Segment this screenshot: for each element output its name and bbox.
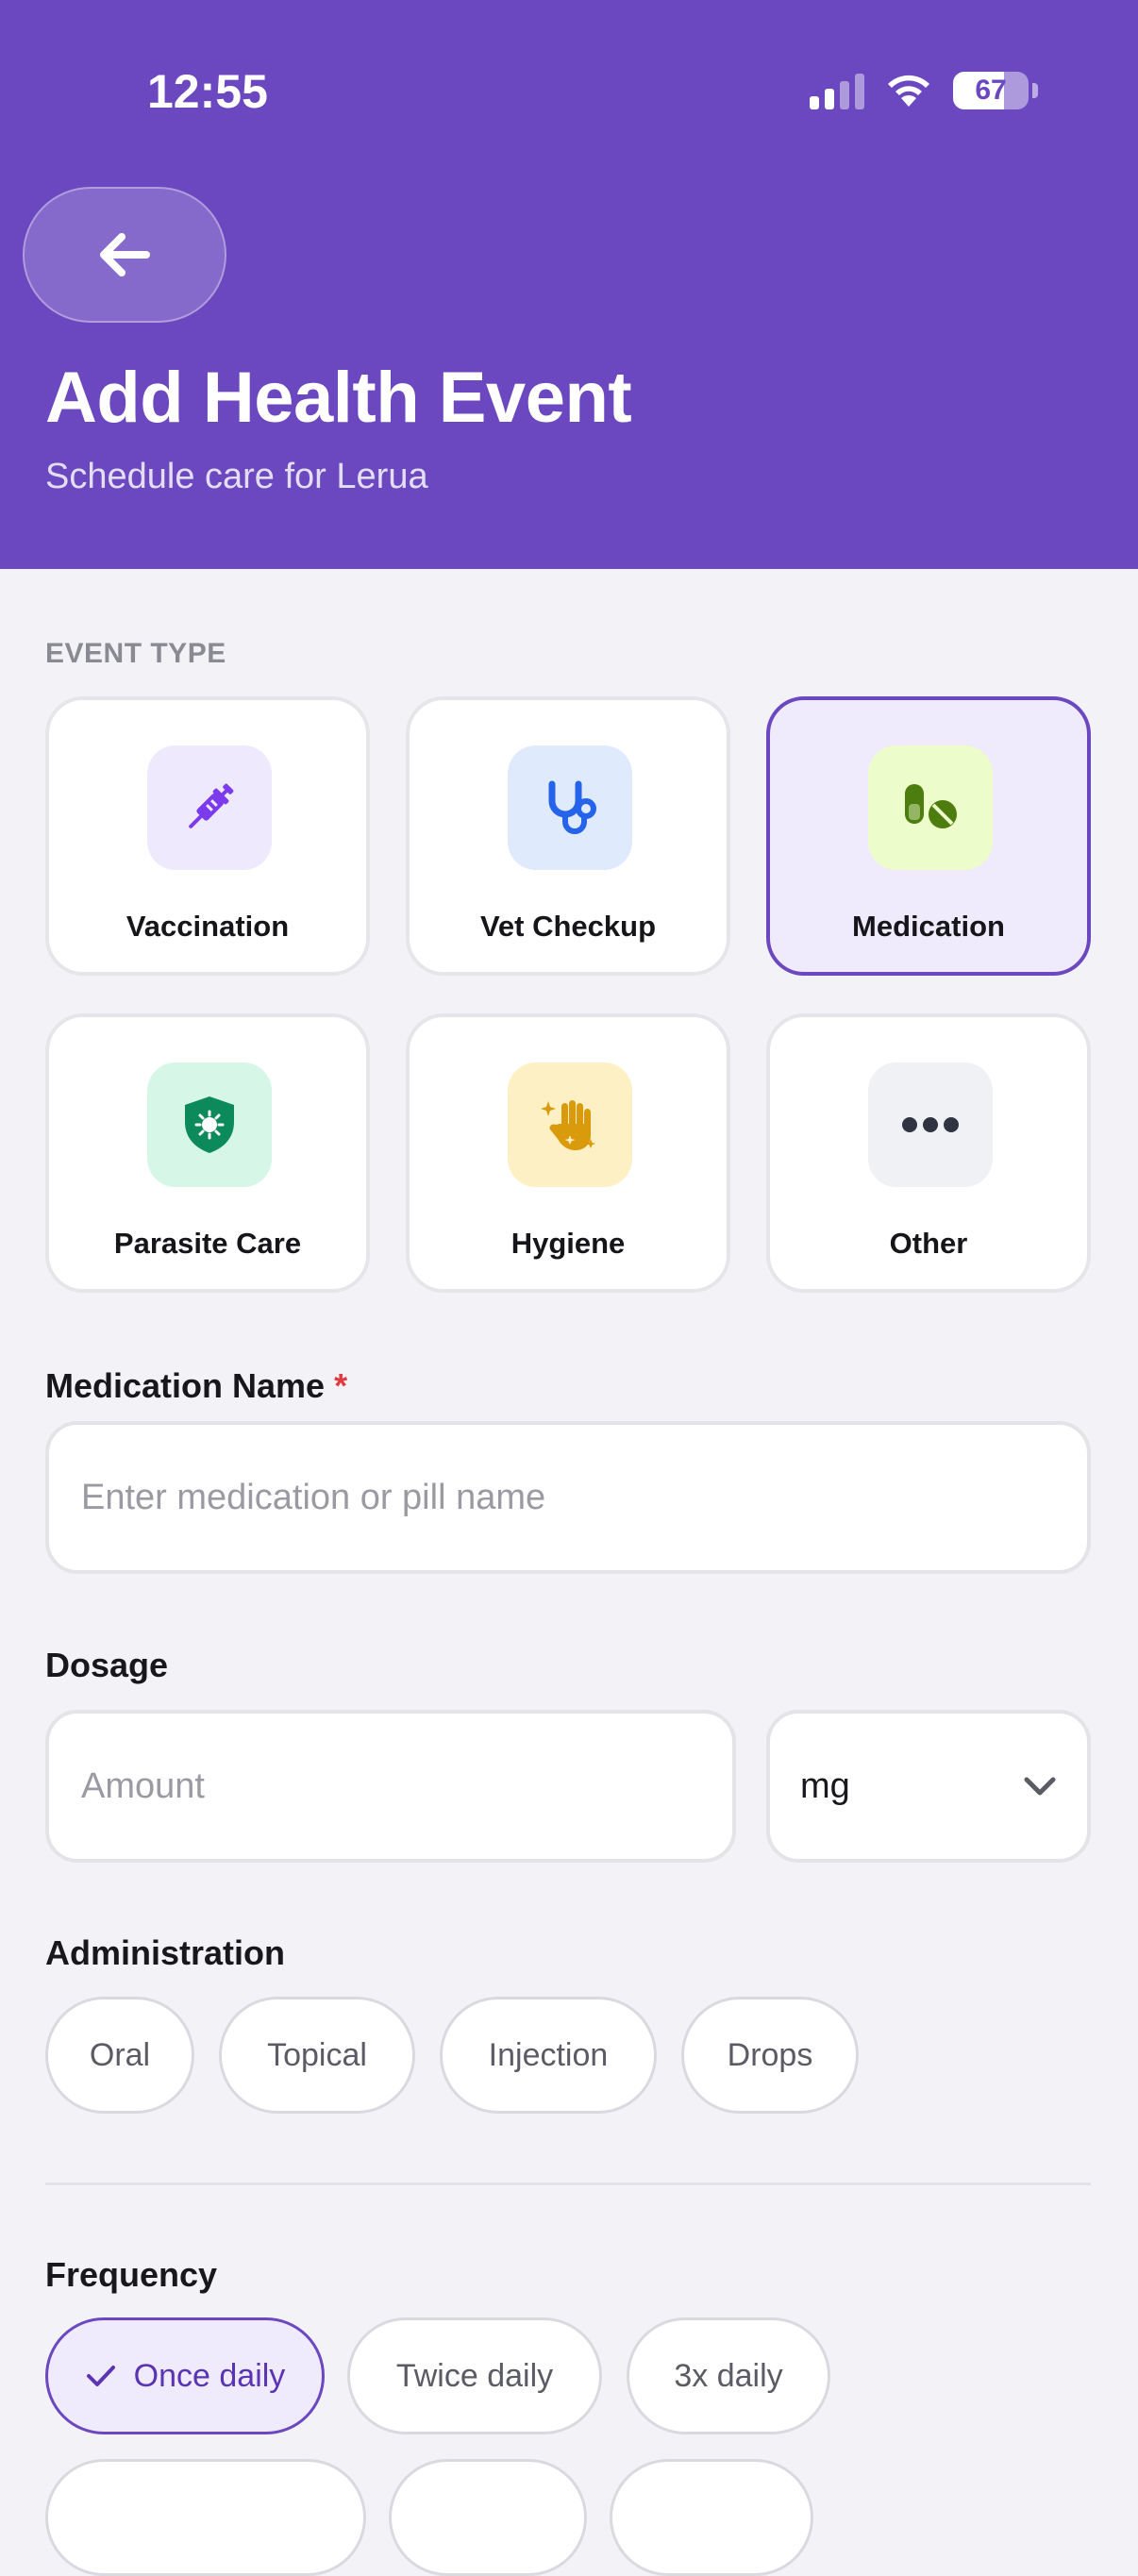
frequency-twice-daily-label: Twice daily <box>395 2357 554 2394</box>
battery-tip <box>1032 83 1038 98</box>
battery-level: 67 <box>975 75 1007 106</box>
administration-topical[interactable]: Topical <box>219 1997 415 2114</box>
stethoscope-icon <box>508 745 632 870</box>
event-type-label: EVENT TYPE <box>45 638 226 669</box>
chevron-down-icon <box>1024 1777 1056 1796</box>
administration-injection[interactable]: Injection <box>440 1997 657 2114</box>
medication-name-label: Medication Name * <box>45 1366 347 1406</box>
shield-virus-icon <box>147 1062 272 1187</box>
event-type-parasite-care[interactable]: Parasite Care <box>45 1013 370 1293</box>
frequency-label: Frequency <box>45 2255 218 2294</box>
header: 12:55 67 Add Health Event Schedule care … <box>0 0 1138 569</box>
administration-drops[interactable]: Drops <box>681 1997 859 2114</box>
required-marker: * <box>334 1366 348 1405</box>
frequency-once-daily-label: Once daily <box>133 2357 286 2394</box>
event-type-medication[interactable]: Medication <box>766 696 1091 976</box>
hand-sparkles-icon <box>508 1062 632 1187</box>
syringe-icon <box>147 745 272 870</box>
administration-label: Administration <box>45 1933 286 1972</box>
status-time: 12:55 <box>147 65 268 118</box>
event-type-medication-label: Medication <box>852 910 1005 943</box>
dosage-amount-input[interactable] <box>45 1710 736 1863</box>
event-type-vaccination-label: Vaccination <box>126 910 290 943</box>
frequency-option-more[interactable] <box>610 2459 813 2576</box>
medication-name-input[interactable] <box>45 1421 1091 1574</box>
frequency-once-daily[interactable]: Once daily <box>45 2317 325 2434</box>
administration-injection-label: Injection <box>488 2036 609 2073</box>
ellipsis-icon <box>868 1062 993 1187</box>
event-type-hygiene[interactable]: Hygiene <box>406 1013 730 1293</box>
back-button[interactable] <box>23 187 226 323</box>
page-subtitle: Schedule care for Lerua <box>45 457 428 496</box>
administration-drops-label: Drops <box>727 2036 813 2073</box>
frequency-twice-daily[interactable]: Twice daily <box>347 2317 602 2434</box>
event-type-vet-checkup-label: Vet Checkup <box>479 910 657 943</box>
status-icons: 67 <box>810 72 1038 109</box>
section-divider <box>45 2183 1091 2185</box>
frequency-option-more[interactable] <box>389 2459 587 2576</box>
dosage-unit-value: mg <box>800 1766 850 1806</box>
medication-name-label-text: Medication Name <box>45 1366 326 1405</box>
wifi-icon <box>888 75 929 107</box>
pills-icon <box>868 745 993 870</box>
frequency-3x-daily-label: 3x daily <box>674 2357 783 2394</box>
battery-icon: 67 <box>953 72 1029 109</box>
administration-oral[interactable]: Oral <box>45 1997 194 2114</box>
event-type-parasite-care-label: Parasite Care <box>113 1227 302 1260</box>
event-type-hygiene-label: Hygiene <box>510 1227 626 1260</box>
administration-oral-label: Oral <box>89 2036 151 2073</box>
check-icon <box>85 2363 117 2389</box>
dosage-unit-select[interactable]: mg <box>766 1710 1091 1863</box>
frequency-option-more[interactable] <box>45 2459 366 2576</box>
event-type-vet-checkup[interactable]: Vet Checkup <box>406 696 730 976</box>
event-type-vaccination[interactable]: Vaccination <box>45 696 370 976</box>
event-type-other[interactable]: Other <box>766 1013 1091 1293</box>
page-title: Add Health Event <box>45 358 632 438</box>
administration-topical-label: Topical <box>267 2036 367 2073</box>
event-type-other-label: Other <box>889 1227 968 1260</box>
dosage-label: Dosage <box>45 1646 169 1684</box>
frequency-3x-daily[interactable]: 3x daily <box>627 2317 830 2434</box>
cellular-signal-icon <box>810 72 864 109</box>
arrow-left-icon <box>100 233 150 276</box>
